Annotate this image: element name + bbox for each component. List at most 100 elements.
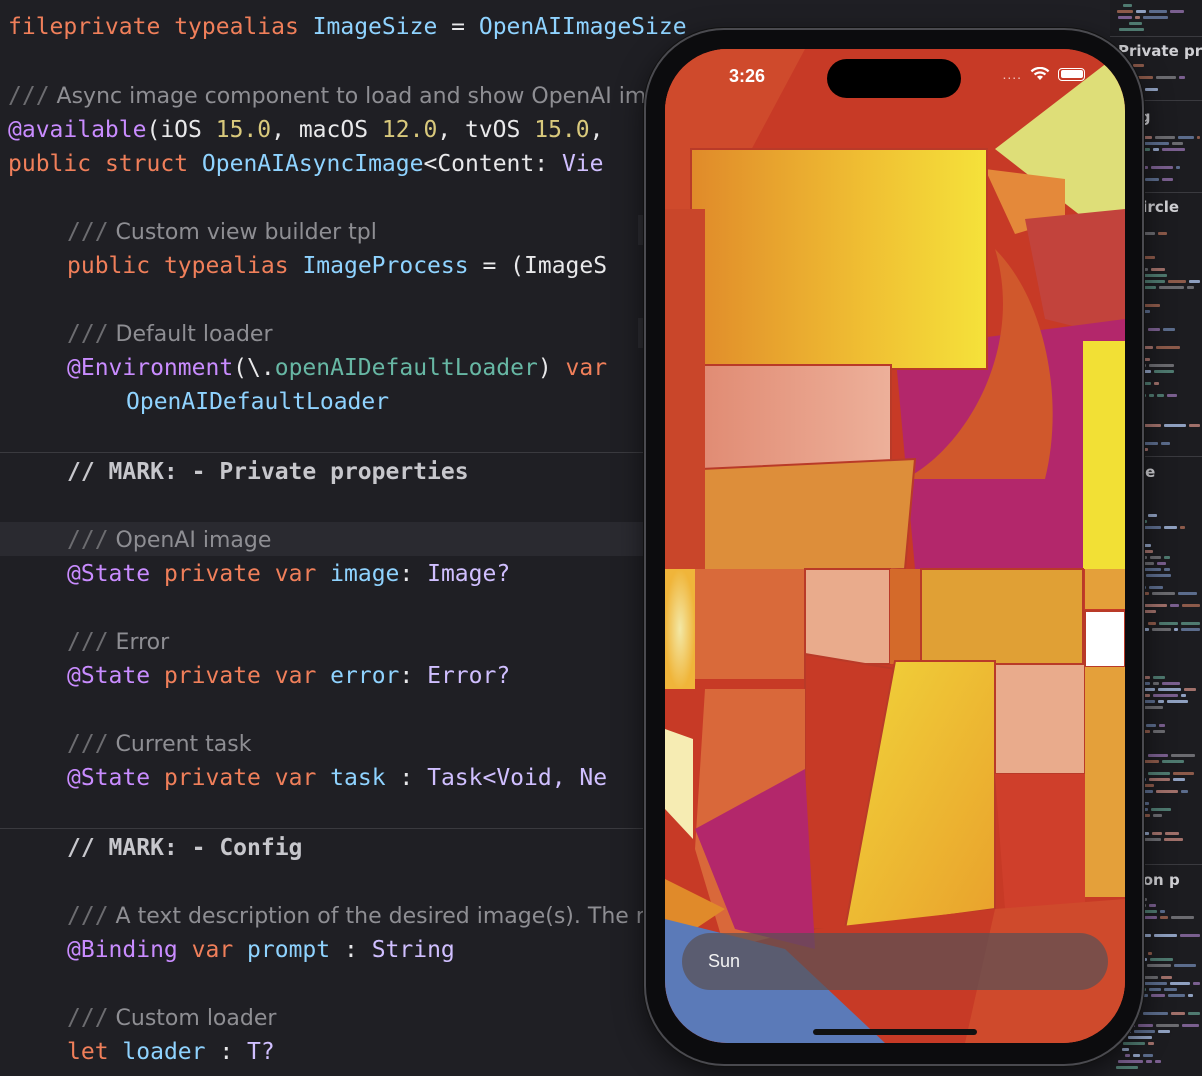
doc-comment: OpenAI image [108, 528, 272, 553]
minimap-stroke [1151, 994, 1165, 997]
phone-screen[interactable]: 3:26 .... Sun [665, 49, 1125, 1043]
minimap-stroke [1149, 586, 1163, 589]
minimap-stroke [1142, 904, 1146, 907]
code-text: = (ImageS [468, 253, 608, 279]
wifi-icon [1030, 67, 1050, 80]
minimap-label-private: Private pro [1118, 42, 1202, 60]
code-line[interactable]: @State private var error: Error? [0, 659, 510, 693]
prompt-text-field[interactable]: Sun [682, 933, 1108, 990]
minimap-stroke [1170, 604, 1179, 607]
identifier: openAIDefaultLoader [274, 355, 538, 381]
code-line[interactable]: /// A text description of the desired im… [0, 899, 671, 933]
minimap-stroke [1150, 958, 1173, 961]
code-text: (iOS [146, 117, 216, 143]
signal-dots-icon: .... [1002, 66, 1022, 82]
minimap-stroke [1139, 568, 1161, 571]
code-line[interactable]: @available(iOS 15.0, macOS 12.0, tvOS 15… [8, 113, 603, 147]
minimap-stroke [1168, 280, 1186, 283]
minimap-stroke [1158, 232, 1167, 235]
code-line[interactable]: /// Error [0, 625, 169, 659]
minimap-stroke [1149, 10, 1167, 13]
minimap-stroke [1140, 280, 1165, 283]
minimap-stroke [1125, 1054, 1130, 1057]
minimap-stroke [1181, 694, 1186, 697]
minimap-stroke [1184, 688, 1196, 691]
code-line[interactable]: public struct OpenAIAsyncImage<Content: … [8, 147, 604, 181]
minimap-stroke [1174, 964, 1196, 967]
type-name: Error? [427, 663, 511, 689]
minimap-separator [1110, 36, 1202, 37]
attribute: @State [67, 765, 151, 791]
code-line[interactable]: /// Custom view builder tpl [0, 215, 377, 249]
code-line[interactable]: let loader : T? [0, 1035, 275, 1069]
code-line[interactable]: @State private var image: Image? [0, 557, 510, 591]
code-line[interactable]: @State private var task : Task<Void, Ne [0, 761, 607, 795]
code-line[interactable]: /// Custom loader [0, 1001, 276, 1035]
code-line[interactable]: // MARK: - Private properties [0, 455, 469, 489]
minimap-stroke [1143, 1012, 1168, 1015]
keyword: var [191, 937, 234, 963]
doc-comment-slashes: /// [67, 321, 109, 347]
minimap-stroke [1144, 142, 1169, 145]
type-name: OpenAIAsyncImage [201, 151, 424, 177]
type-name: String [371, 937, 455, 963]
code-line[interactable]: /// Current task [0, 727, 251, 761]
minimap-stroke [1143, 358, 1150, 361]
attribute: @available [8, 117, 147, 143]
code-line[interactable]: fileprivate typealias ImageSize = OpenAI… [8, 10, 687, 44]
code-line[interactable]: /// Default loader [0, 317, 273, 351]
code-line[interactable]: public typealias ImageProcess = (ImageS [0, 249, 607, 283]
keyword: typealias [163, 253, 289, 279]
minimap-stroke [1164, 526, 1177, 529]
minimap-stroke [1143, 274, 1167, 277]
minimap-stroke [1180, 526, 1185, 529]
minimap-stroke [1174, 628, 1178, 631]
minimap-stroke [1129, 22, 1142, 25]
code-line[interactable]: /// OpenAI image [0, 523, 271, 557]
code-text: , [589, 117, 604, 143]
minimap-stroke [1164, 556, 1170, 559]
code-text: : [205, 1039, 248, 1065]
minimap-stroke [1148, 952, 1152, 955]
minimap-stroke [1149, 988, 1161, 991]
attribute: @Binding [67, 937, 178, 963]
minimap-stroke [1157, 562, 1166, 565]
type-name: Task<Void, Ne [427, 765, 608, 791]
code-line[interactable]: @Binding var prompt : String [0, 933, 455, 967]
minimap-stroke [1164, 424, 1186, 427]
minimap-stroke [1170, 10, 1184, 13]
doc-comment-slashes: /// [67, 629, 109, 655]
minimap-stroke [1156, 346, 1180, 349]
minimap-stroke [1173, 778, 1185, 781]
minimap-stroke [1178, 592, 1197, 595]
type-name: ImageProcess [302, 253, 469, 279]
minimap-stroke [1164, 988, 1177, 991]
code-line[interactable]: @Environment(\.openAIDefaultLoader) var [0, 351, 607, 385]
minimap-stroke [1148, 328, 1160, 331]
code-text: (\. [233, 355, 275, 381]
minimap-stroke [1154, 934, 1177, 937]
property-name: error [330, 663, 400, 689]
minimap-stroke [1142, 982, 1167, 985]
minimap-stroke [1151, 268, 1165, 271]
minimap-stroke [1148, 772, 1170, 775]
minimap-stroke [1148, 622, 1156, 625]
minimap-stroke [1152, 628, 1171, 631]
minimap-stroke [1116, 1066, 1138, 1069]
minimap-stroke [1152, 832, 1162, 835]
operator: = [437, 14, 479, 40]
keyword: private [163, 765, 261, 791]
code-line[interactable]: OpenAIDefaultLoader [0, 385, 389, 419]
code-text: <Content: [423, 151, 562, 177]
minimap-stroke [1168, 994, 1185, 997]
minimap-stroke [1197, 136, 1200, 139]
code-line[interactable]: // MARK: - Config [0, 831, 302, 865]
minimap-stroke [1160, 916, 1168, 919]
code-line[interactable]: /// Async image component to load and sh… [8, 79, 660, 113]
doc-comment: A text description of the desired image(… [108, 904, 671, 929]
minimap-stroke [1182, 1024, 1199, 1027]
attribute: @State [67, 663, 151, 689]
home-indicator[interactable] [813, 1029, 977, 1035]
minimap-stroke [1143, 16, 1168, 19]
code-text: ) [537, 355, 566, 381]
